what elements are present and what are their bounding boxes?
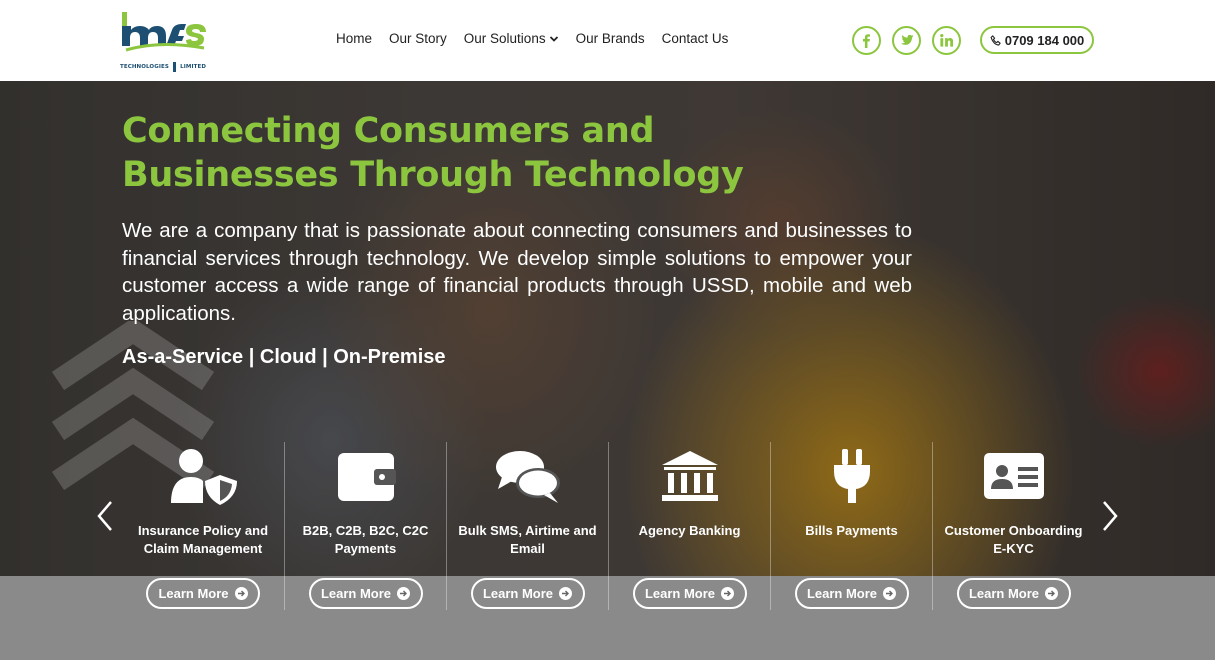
twitter-link[interactable] [892, 26, 921, 55]
button-label: Learn More [644, 586, 716, 601]
arrow-right-circle-icon [397, 587, 411, 600]
facebook-link[interactable] [852, 26, 881, 55]
plug-icon [817, 446, 887, 506]
chevron-left-icon [97, 501, 112, 531]
nav-item-our-solutions[interactable]: Our Solutions [464, 31, 559, 46]
learn-more-button[interactable]: Learn More [146, 578, 260, 609]
mfs-logo[interactable]: TECHNOLOGIES LIMITED [120, 10, 210, 72]
chevron-right-icon [1103, 501, 1118, 531]
service-card-agency-banking: Agency Banking Learn More [608, 442, 770, 610]
phone-number: 0709 184 000 [1004, 32, 1085, 48]
service-card-insurance: Insurance Policy and Claim Management Le… [122, 442, 284, 610]
site-header: TECHNOLOGIES LIMITED Home Our Story Our … [0, 0, 1215, 81]
carousel-next-button[interactable] [1100, 500, 1120, 532]
service-label: Customer Onboarding E-KYC [944, 523, 1083, 556]
logo-square [172, 62, 177, 72]
arrow-right-circle-icon [721, 587, 735, 600]
wallet-icon [331, 446, 401, 506]
nav-item-home[interactable]: Home [336, 31, 372, 46]
learn-more-button[interactable]: Learn More [632, 578, 747, 609]
phone-icon [990, 34, 1001, 46]
arrow-right-circle-icon [883, 587, 897, 600]
button-label: Learn More [482, 586, 554, 601]
arrow-right-circle-icon [234, 587, 248, 600]
facebook-icon [862, 34, 870, 48]
arrow-right-circle-icon [1045, 587, 1059, 600]
button-label: Learn More [158, 586, 229, 601]
logo-subtext-technologies: TECHNOLOGIES [120, 64, 169, 70]
service-card-bills-payments: Bills Payments Learn More [770, 442, 932, 610]
main-nav: Home Our Story Our Solutions Our Brands … [336, 31, 728, 46]
service-card-payments: B2B, C2B, B2C, C2C Payments Learn More [284, 442, 446, 610]
logo-subtext-limited: LIMITED [180, 64, 206, 70]
button-label: Learn More [806, 586, 878, 601]
service-label: Agency Banking [638, 523, 741, 538]
social-links [852, 26, 961, 55]
user-shield-icon [168, 446, 238, 506]
services-carousel: Insurance Policy and Claim Management Le… [122, 442, 1094, 610]
linkedin-icon [940, 34, 954, 47]
logo-subtext: TECHNOLOGIES LIMITED [120, 62, 206, 72]
carousel-prev-button[interactable] [95, 500, 115, 532]
button-label: Learn More [320, 586, 392, 601]
nav-label: Home [336, 31, 373, 46]
button-label: Learn More [968, 586, 1040, 601]
hero-title: Connecting Consumers and Businesses Thro… [122, 111, 744, 195]
id-card-icon [979, 446, 1049, 506]
service-label: B2B, C2B, B2C, C2C Payments [302, 523, 429, 556]
comments-icon [493, 446, 563, 506]
nav-label: Our Story [389, 31, 447, 46]
nav-item-contact-us[interactable]: Contact Us [662, 31, 729, 46]
twitter-icon [900, 34, 914, 45]
arrow-right-circle-icon [559, 587, 573, 600]
nav-item-our-brands[interactable]: Our Brands [576, 31, 645, 46]
hero-description: We are a company that is passionate abou… [122, 219, 912, 325]
nav-label: Our Solutions [463, 31, 546, 46]
service-label: Bulk SMS, Airtime and Email [458, 523, 597, 556]
linkedin-link[interactable] [932, 26, 961, 55]
chevron-down-icon [549, 35, 558, 42]
hero-tagline: As-a-Service | Cloud | On-Premise [122, 346, 446, 368]
nav-label: Contact Us [661, 31, 729, 46]
learn-more-button[interactable]: Learn More [308, 578, 423, 609]
nav-label: Our Brands [575, 31, 645, 46]
service-card-bulk-sms: Bulk SMS, Airtime and Email Learn More [446, 442, 608, 610]
service-card-customer-onboarding: Customer Onboarding E-KYC Learn More [932, 442, 1094, 610]
service-label: Bills Payments [805, 523, 898, 538]
bank-icon [655, 446, 725, 506]
phone-link[interactable]: 0709 184 000 [980, 26, 1094, 54]
learn-more-button[interactable]: Learn More [956, 578, 1071, 609]
logo-mark [122, 12, 206, 52]
learn-more-button[interactable]: Learn More [470, 578, 585, 609]
service-label: Insurance Policy and Claim Management [137, 523, 269, 556]
learn-more-button[interactable]: Learn More [794, 578, 909, 609]
nav-item-our-story[interactable]: Our Story [389, 31, 447, 46]
